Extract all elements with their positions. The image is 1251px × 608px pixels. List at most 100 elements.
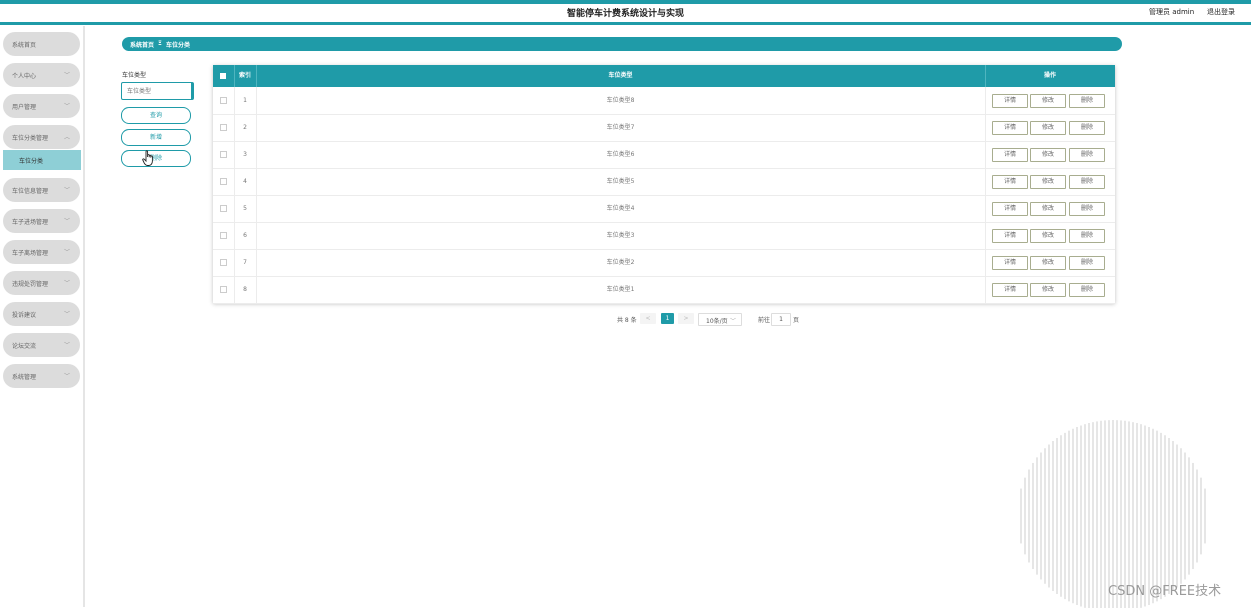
chevron-down-icon: ﹀ [63,342,70,349]
query-button[interactable]: 查询 [121,107,191,124]
app-header: 智能停车计费系统设计与实现 管理员 admin 退出登录 [0,4,1251,25]
sidebar-item-forum[interactable]: 论坛交流 ﹀ [3,333,80,357]
hand-pointer-icon [142,150,153,166]
delete-button[interactable]: 删除 [1069,202,1105,216]
page-size-select[interactable]: 10条/页 ﹀ [698,313,742,326]
edit-button[interactable]: 修改 [1030,175,1066,189]
select-all-checkbox[interactable] [213,65,235,87]
sidebar-item-label: 车子进场管理 [12,219,49,226]
sidebar-item-personal-center[interactable]: 个人中心 ﹀ [3,63,80,87]
delete-button[interactable]: 删除 [1069,283,1105,297]
detail-button[interactable]: 详情 [992,229,1028,243]
sidebar-item-car-exit-management[interactable]: 车子离场管理 ﹀ [3,240,80,264]
sidebar-item-label: 违规处罚管理 [12,281,49,288]
detail-button[interactable]: 详情 [992,175,1028,189]
goto-page-input[interactable]: 1 [771,313,791,326]
detail-button[interactable]: 详情 [992,283,1028,297]
row-index: 2 [234,114,257,141]
column-header-index: 索引 [234,65,257,87]
row-checkbox[interactable] [220,232,227,239]
detail-button[interactable]: 详情 [992,94,1028,108]
row-checkbox[interactable] [220,259,227,266]
sidebar-item-car-entry-management[interactable]: 车子进场管理 ﹀ [3,209,80,233]
space-type-search-input[interactable] [121,82,194,100]
detail-button[interactable]: 详情 [992,256,1028,270]
pagination-prev-button[interactable]: < [640,313,656,324]
table-row: 7 车位类型2 详情 修改 删除 [213,249,1115,277]
row-type: 车位类型2 [256,249,986,276]
delete-button[interactable]: 删除 [1069,121,1105,135]
row-type: 车位类型8 [256,87,986,114]
sidebar-item-violation-management[interactable]: 违规处罚管理 ﹀ [3,271,80,295]
table-row: 4 车位类型5 详情 修改 删除 [213,168,1115,196]
space-category-table: 索引 车位类型 操作 1 车位类型8 详情 修改 删除 2 车位类型7 详情 修… [213,65,1115,304]
row-index: 1 [234,87,257,114]
sidebar-item-space-category-management[interactable]: 车位分类管理 ︿ [3,125,80,149]
edit-button[interactable]: 修改 [1030,256,1066,270]
sidebar-item-complaints[interactable]: 投诉建议 ﹀ [3,302,80,326]
sidebar-subitem-label: 车位分类 [19,158,44,165]
logout-link[interactable]: 退出登录 [1207,7,1235,17]
search-label: 车位类型 [122,72,147,79]
row-checkbox[interactable] [220,205,227,212]
sidebar-subitem-space-category[interactable]: 车位分类 [3,150,81,170]
sidebar-item-label: 投诉建议 [12,312,37,319]
row-index: 7 [234,249,257,276]
row-checkbox[interactable] [220,151,227,158]
detail-button[interactable]: 详情 [992,121,1028,135]
row-type: 车位类型1 [256,276,986,303]
edit-button[interactable]: 修改 [1030,148,1066,162]
table-row: 6 车位类型3 详情 修改 删除 [213,222,1115,250]
page-size-value: 10条/页 [706,318,728,325]
delete-button[interactable]: 删除 [1069,175,1105,189]
table-row: 1 车位类型8 详情 修改 删除 [213,87,1115,115]
detail-button[interactable]: 详情 [992,202,1028,216]
sidebar-item-space-info-management[interactable]: 车位信息管理 ﹀ [3,178,80,202]
row-type: 车位类型4 [256,195,986,222]
table-header: 索引 车位类型 操作 [213,65,1115,87]
row-type: 车位类型6 [256,141,986,168]
row-checkbox[interactable] [220,178,227,185]
column-header-type: 车位类型 [256,65,986,87]
sidebar-item-home[interactable]: 系统首页 [3,32,80,56]
column-header-ops: 操作 [1043,72,1056,79]
sidebar-item-label: 车子离场管理 [12,250,49,257]
goto-suffix: 页 [793,317,800,324]
row-type: 车位类型5 [256,168,986,195]
sidebar-item-user-management[interactable]: 用户管理 ﹀ [3,94,80,118]
sidebar-item-system-management[interactable]: 系统管理 ﹀ [3,364,80,388]
chevron-down-icon: ﹀ [63,103,70,110]
row-checkbox[interactable] [220,97,227,104]
sidebar-item-label: 用户管理 [12,104,37,111]
add-button[interactable]: 新增 [121,129,191,146]
chevron-down-icon: ﹀ [63,187,70,194]
delete-button[interactable]: 删除 [1069,229,1105,243]
breadcrumb-separator: Ξ [158,40,162,47]
delete-button[interactable]: 删除 [1069,94,1105,108]
row-index: 4 [234,168,257,195]
batch-delete-button[interactable]: 删除 [121,150,191,167]
edit-button[interactable]: 修改 [1030,94,1066,108]
edit-button[interactable]: 修改 [1030,229,1066,243]
delete-button[interactable]: 删除 [1069,148,1105,162]
delete-button[interactable]: 删除 [1069,256,1105,270]
row-index: 3 [234,141,257,168]
breadcrumb-home-link[interactable]: 系统首页 [130,40,154,49]
row-checkbox[interactable] [220,124,227,131]
sidebar-item-label: 个人中心 [12,73,37,80]
breadcrumb-current: 车位分类 [166,42,191,49]
sidebar-item-label: 车位信息管理 [12,188,49,195]
row-checkbox[interactable] [220,286,227,293]
sidebar-item-label: 车位分类管理 [12,135,49,142]
row-type: 车位类型7 [256,114,986,141]
pagination-page-current[interactable]: 1 [661,313,674,324]
edit-button[interactable]: 修改 [1030,121,1066,135]
pagination-next-button[interactable]: > [678,313,694,324]
sidebar: 系统首页 个人中心 ﹀ 用户管理 ﹀ 车位分类管理 ︿ 车位分类 车位信息管理 ﹀ 车子… [0,26,85,607]
edit-button[interactable]: 修改 [1030,283,1066,297]
row-type: 车位类型3 [256,222,986,249]
table-row: 8 车位类型1 详情 修改 删除 [213,276,1115,304]
edit-button[interactable]: 修改 [1030,202,1066,216]
table-row: 3 车位类型6 详情 修改 删除 [213,141,1115,169]
detail-button[interactable]: 详情 [992,148,1028,162]
